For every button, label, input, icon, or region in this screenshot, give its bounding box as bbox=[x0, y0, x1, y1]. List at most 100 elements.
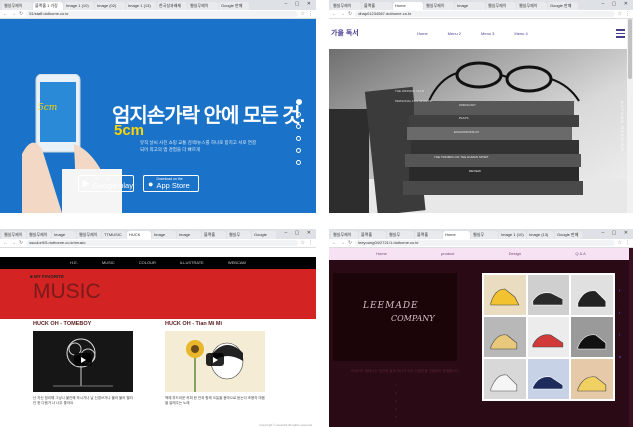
back-icon[interactable]: ← bbox=[332, 11, 337, 17]
star-icon[interactable]: ☆ bbox=[618, 240, 622, 246]
browser-tab[interactable]: 한국성과배제 bbox=[157, 2, 187, 10]
google-play-button[interactable]: ▶ GET IT ON Google play bbox=[78, 175, 134, 192]
star-icon[interactable]: ☆ bbox=[618, 11, 622, 17]
slide-dot-active[interactable] bbox=[296, 99, 302, 105]
browser-tab[interactable]: 웹실무제이 bbox=[2, 231, 26, 239]
browser-tab[interactable]: 웹실무 bbox=[471, 231, 498, 239]
browser-tab[interactable]: Image 1 (10) bbox=[64, 2, 94, 10]
browser-tab[interactable]: 웹실무제이 bbox=[188, 2, 218, 10]
shoe-image[interactable] bbox=[484, 275, 526, 315]
window-controls[interactable]: – ▢ ✕ bbox=[602, 1, 631, 7]
slide-dot[interactable] bbox=[296, 136, 301, 141]
reload-icon[interactable]: ↻ bbox=[19, 11, 23, 17]
browser-tab[interactable]: Image 1 (10) bbox=[499, 231, 526, 239]
shoe-image[interactable] bbox=[571, 317, 613, 357]
nav-item-4[interactable]: Menu 4 bbox=[514, 31, 527, 36]
video-player-right[interactable] bbox=[165, 331, 265, 392]
nav-item-home[interactable]: Home bbox=[376, 248, 387, 260]
browser-tab[interactable]: Google 판매 bbox=[548, 2, 578, 10]
browser-tab[interactable]: Image (02) bbox=[95, 2, 125, 10]
social-icon[interactable]: f bbox=[619, 280, 621, 302]
video-player-left[interactable] bbox=[33, 331, 133, 392]
browser-tab[interactable]: Image bbox=[52, 231, 76, 239]
browser-tab[interactable]: Google 판매 bbox=[219, 2, 249, 10]
forward-icon[interactable]: → bbox=[340, 240, 345, 246]
menu-icon[interactable]: ⋮ bbox=[308, 11, 313, 17]
browser-tab[interactable]: 웹실무 bbox=[227, 231, 251, 239]
nav-item-design[interactable]: Design bbox=[509, 248, 521, 260]
back-icon[interactable]: ← bbox=[3, 11, 8, 17]
forward-icon[interactable]: → bbox=[11, 240, 16, 246]
slide-dot[interactable] bbox=[296, 124, 301, 129]
nav-item-product[interactable]: product bbox=[441, 248, 454, 260]
browser-tab[interactable]: Google 판매 bbox=[555, 231, 582, 239]
browser-tab-active[interactable]: 블랙홀 1 가장 bbox=[33, 2, 63, 10]
browser-tab[interactable]: Image bbox=[152, 231, 176, 239]
forward-icon[interactable]: → bbox=[340, 11, 345, 17]
nav-item[interactable]: H.E. bbox=[70, 257, 78, 269]
browser-tab[interactable]: 웹실무제이 bbox=[424, 2, 454, 10]
shoe-image[interactable] bbox=[484, 359, 526, 399]
nav-item-music[interactable]: MUSIC bbox=[102, 257, 115, 269]
nav-item-3[interactable]: Menu 3 bbox=[481, 31, 494, 36]
browser-tab[interactable]: 웹실무제이 bbox=[486, 2, 516, 10]
browser-tab[interactable]: 블랙홀 bbox=[415, 231, 442, 239]
url-input[interactable]: sscolor9/5.dothome.co.kr/music bbox=[26, 240, 298, 246]
slide-dot[interactable] bbox=[296, 112, 301, 117]
browser-tab-active[interactable]: Home bbox=[393, 2, 423, 10]
sub-link[interactable]: 2 bbox=[395, 389, 397, 397]
social-icon[interactable]: i bbox=[619, 324, 621, 346]
page-scrollbar[interactable] bbox=[627, 19, 633, 213]
browser-tab[interactable]: Image (13) bbox=[527, 231, 554, 239]
play-button-icon[interactable] bbox=[74, 353, 92, 366]
shoe-image[interactable] bbox=[527, 275, 570, 315]
browser-tab[interactable]: 블랙홀 bbox=[359, 231, 386, 239]
slide-dot[interactable] bbox=[296, 148, 301, 153]
star-icon[interactable]: ☆ bbox=[301, 240, 305, 246]
sub-link[interactable]: 3 bbox=[395, 397, 397, 405]
menu-icon[interactable]: ⋮ bbox=[625, 240, 630, 246]
nav-item-qa[interactable]: Q & A bbox=[575, 248, 585, 260]
page-scrollbar[interactable] bbox=[629, 248, 633, 427]
browser-tab[interactable]: 블랙홀 bbox=[202, 231, 226, 239]
browser-tab[interactable]: Google bbox=[252, 231, 276, 239]
nav-item-webcam[interactable]: WEBCAM bbox=[228, 257, 246, 269]
shoe-image[interactable] bbox=[571, 275, 613, 315]
browser-tab[interactable]: 웹실무제이 bbox=[331, 2, 361, 10]
nav-item-2[interactable]: Menu 2 bbox=[448, 31, 461, 36]
browser-tab-active[interactable]: Home bbox=[443, 231, 470, 239]
shoe-image[interactable] bbox=[484, 317, 526, 357]
browser-tab[interactable]: 웹실무제이 bbox=[27, 231, 51, 239]
slide-dot[interactable] bbox=[296, 160, 301, 165]
reload-icon[interactable]: ↻ bbox=[348, 240, 352, 246]
menu-icon[interactable]: ⋮ bbox=[625, 11, 630, 17]
browser-tab[interactable]: 웹실무제이 bbox=[517, 2, 547, 10]
social-icon[interactable]: b bbox=[619, 346, 621, 368]
reload-icon[interactable]: ↻ bbox=[348, 11, 352, 17]
window-controls[interactable]: – ▢ ✕ bbox=[285, 1, 314, 7]
nav-item-home[interactable]: Home bbox=[417, 31, 428, 36]
browser-tab[interactable]: 웹실무제이 bbox=[2, 2, 32, 10]
window-controls[interactable]: – ▢ ✕ bbox=[285, 230, 314, 236]
sub-link[interactable]: 4 bbox=[395, 405, 397, 413]
reload-icon[interactable]: ↻ bbox=[19, 240, 23, 246]
forward-icon[interactable]: → bbox=[11, 11, 16, 17]
shoe-image[interactable] bbox=[527, 359, 570, 399]
nav-item-colour[interactable]: COLOUR bbox=[139, 257, 156, 269]
nav-item-illustrate[interactable]: ILLUSTRATE bbox=[180, 257, 204, 269]
sub-link[interactable]: 5 bbox=[395, 413, 397, 421]
sub-link[interactable]: 1 bbox=[395, 381, 397, 389]
browser-tab[interactable]: TTMUSIC bbox=[102, 231, 126, 239]
browser-tab-active[interactable]: HUCK bbox=[127, 231, 151, 239]
url-input[interactable]: dhap01234567.dothome.co.kr bbox=[355, 11, 615, 17]
play-button-icon[interactable] bbox=[206, 353, 224, 366]
back-icon[interactable]: ← bbox=[3, 240, 8, 246]
shoe-image[interactable] bbox=[571, 359, 613, 399]
browser-tab[interactable]: 블랙홀 bbox=[362, 2, 392, 10]
back-icon[interactable]: ← bbox=[332, 240, 337, 246]
scrollbar-thumb[interactable] bbox=[628, 19, 632, 79]
app-store-button[interactable]: ● Download on the App Store bbox=[143, 175, 199, 192]
url-input[interactable]: 51/staff.dothome.co.kr bbox=[26, 11, 298, 17]
window-controls[interactable]: – ▢ ✕ bbox=[602, 230, 631, 236]
browser-tab[interactable]: 웹실무제이 bbox=[77, 231, 101, 239]
